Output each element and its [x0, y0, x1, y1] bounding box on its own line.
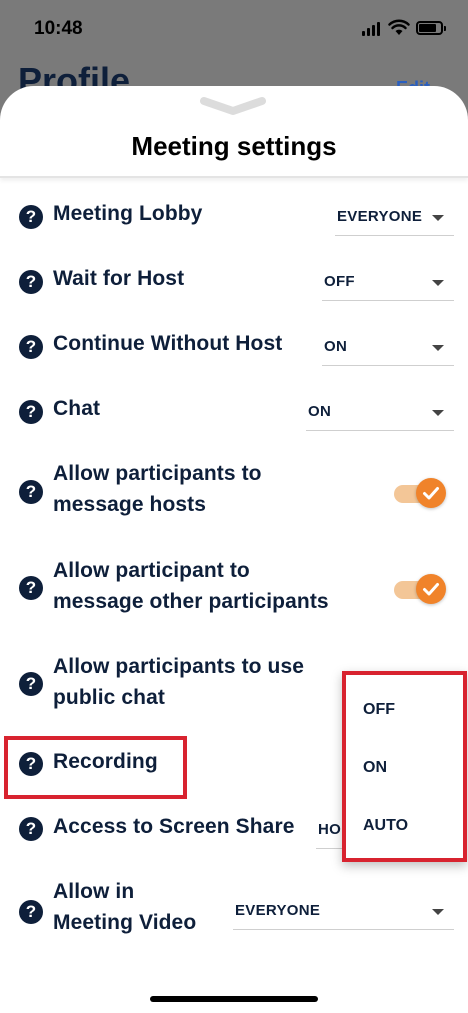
meeting-video-select[interactable]: EVERYONE	[233, 892, 454, 930]
question-circle-icon[interactable]: ?	[19, 817, 43, 841]
caret-down-icon	[432, 215, 444, 221]
meeting-lobby-select[interactable]: EVERYONE	[335, 198, 454, 236]
select-value: HO	[318, 821, 342, 838]
select-value: ON	[308, 403, 332, 420]
caret-down-icon	[432, 909, 444, 915]
status-time: 10:48	[34, 18, 83, 39]
check-icon	[423, 583, 439, 596]
battery-icon	[416, 21, 446, 35]
setting-label-line-1: Allow participants to use	[53, 655, 305, 678]
question-circle-icon[interactable]: ?	[19, 335, 43, 359]
setting-label-line-2: message hosts	[53, 493, 207, 516]
sheet-title: Meeting settings	[131, 131, 337, 161]
select-value: OFF	[324, 273, 355, 290]
dropdown-option-on[interactable]: ON	[363, 759, 387, 777]
question-circle-icon[interactable]: ?	[19, 205, 43, 229]
select-value: ON	[324, 338, 348, 355]
setting-label-line-2: public chat	[53, 686, 165, 709]
setting-label-line-1: Allow participants to	[53, 462, 262, 485]
setting-label-line-2: Meeting Video	[53, 911, 197, 934]
toggle-knob	[416, 574, 446, 604]
recording-highlight-box	[4, 736, 187, 799]
question-circle-icon[interactable]: ?	[19, 270, 43, 294]
chat-select[interactable]: ON	[306, 393, 454, 431]
chevron-down-icon[interactable]	[200, 96, 266, 118]
wifi-icon	[388, 19, 410, 35]
caret-down-icon	[432, 410, 444, 416]
setting-label-line-1: Allow participant to	[53, 559, 250, 582]
wait-for-host-select[interactable]: OFF	[322, 263, 454, 301]
question-circle-icon[interactable]: ?	[19, 900, 43, 924]
recording-dropdown-menu: OFF ON AUTO	[342, 671, 467, 862]
status-bar: 10:48	[0, 0, 468, 58]
setting-label-line-2: message other participants	[53, 590, 329, 613]
select-value: EVERYONE	[235, 902, 321, 919]
setting-label-line-1: Allow in	[53, 880, 135, 903]
question-circle-icon[interactable]: ?	[19, 480, 43, 504]
select-value: EVERYONE	[337, 208, 423, 225]
home-indicator	[150, 996, 318, 1002]
setting-label: Meeting Lobby	[53, 202, 203, 225]
setting-label: Access to Screen Share	[53, 815, 295, 838]
continue-without-host-select[interactable]: ON	[322, 328, 454, 366]
setting-label: Chat	[53, 397, 101, 420]
toggle-knob	[416, 478, 446, 508]
sheet-header: Meeting settings	[0, 86, 468, 178]
caret-down-icon	[432, 280, 444, 286]
dropdown-option-auto[interactable]: AUTO	[363, 817, 408, 835]
question-circle-icon[interactable]: ?	[19, 576, 43, 600]
cellular-signal-icon	[362, 22, 380, 36]
message-hosts-toggle[interactable]	[394, 476, 446, 508]
question-circle-icon[interactable]: ?	[19, 672, 43, 696]
question-circle-icon[interactable]: ?	[19, 400, 43, 424]
dropdown-option-off[interactable]: OFF	[363, 701, 395, 719]
setting-label: Continue Without Host	[53, 332, 283, 355]
check-icon	[423, 487, 439, 500]
message-participants-toggle[interactable]	[394, 572, 446, 604]
caret-down-icon	[432, 345, 444, 351]
setting-label: Wait for Host	[53, 267, 185, 290]
